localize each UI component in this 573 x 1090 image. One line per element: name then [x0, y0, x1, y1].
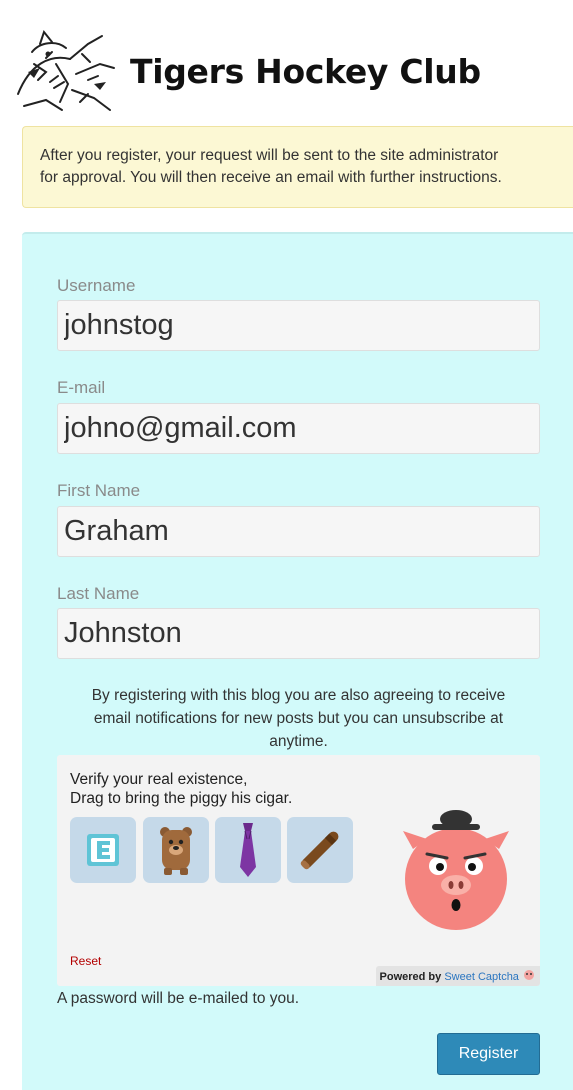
- registration-form: Username E-mail First Name Last Name By …: [22, 232, 573, 1090]
- captcha-item-cigar[interactable]: [287, 817, 353, 883]
- username-input[interactable]: [57, 300, 540, 351]
- last-name-label: Last Name: [57, 584, 140, 603]
- cigar-icon: [300, 831, 339, 870]
- pig-logo-icon: [524, 970, 534, 980]
- site-title[interactable]: Tigers Hockey Club: [130, 52, 481, 91]
- captcha-reset-link[interactable]: Reset: [70, 954, 101, 968]
- powered-by-badge: Powered by Sweet Captcha: [375, 966, 540, 986]
- captcha-item-e-logo[interactable]: [70, 817, 136, 883]
- sweet-captcha-link[interactable]: Sweet Captcha: [444, 971, 519, 983]
- agreement-line: email notifications for new posts but yo…: [93, 710, 504, 727]
- username-label: Username: [57, 276, 136, 295]
- piggy-icon: [403, 810, 509, 930]
- password-note: A password will be e-mailed to you.: [57, 990, 300, 1007]
- captcha-item-bear[interactable]: [143, 817, 209, 883]
- agreement-line: anytime.: [269, 733, 328, 750]
- tie-icon: [240, 823, 256, 877]
- notice-line: for approval. You will then receive an e…: [40, 169, 502, 186]
- sweet-captcha: Verify your real existence, Drag to brin…: [57, 755, 540, 986]
- first-name-label: First Name: [57, 481, 141, 500]
- e-logo-icon: [87, 834, 119, 866]
- register-button[interactable]: Register: [437, 1033, 540, 1075]
- captcha-title: Verify your real existence,: [70, 771, 248, 788]
- captcha-item-tie[interactable]: [215, 817, 281, 883]
- agreement-text: By registering with this blog you are al…: [57, 684, 540, 753]
- notice-line: After you register, your request will be…: [40, 147, 499, 164]
- site-header: Tigers Hockey Club: [6, 10, 481, 122]
- bear-icon: [160, 827, 192, 875]
- powered-by-prefix: Powered by: [379, 971, 442, 983]
- first-name-input[interactable]: [57, 506, 540, 557]
- last-name-input[interactable]: [57, 608, 540, 659]
- captcha-instruction: Drag to bring the piggy his cigar.: [70, 790, 293, 807]
- email-input[interactable]: [57, 403, 540, 454]
- registration-notice: After you register, your request will be…: [22, 126, 573, 208]
- email-label: E-mail: [57, 378, 106, 397]
- tiger-logo-icon: [17, 29, 115, 111]
- agreement-line: By registering with this blog you are al…: [91, 687, 506, 704]
